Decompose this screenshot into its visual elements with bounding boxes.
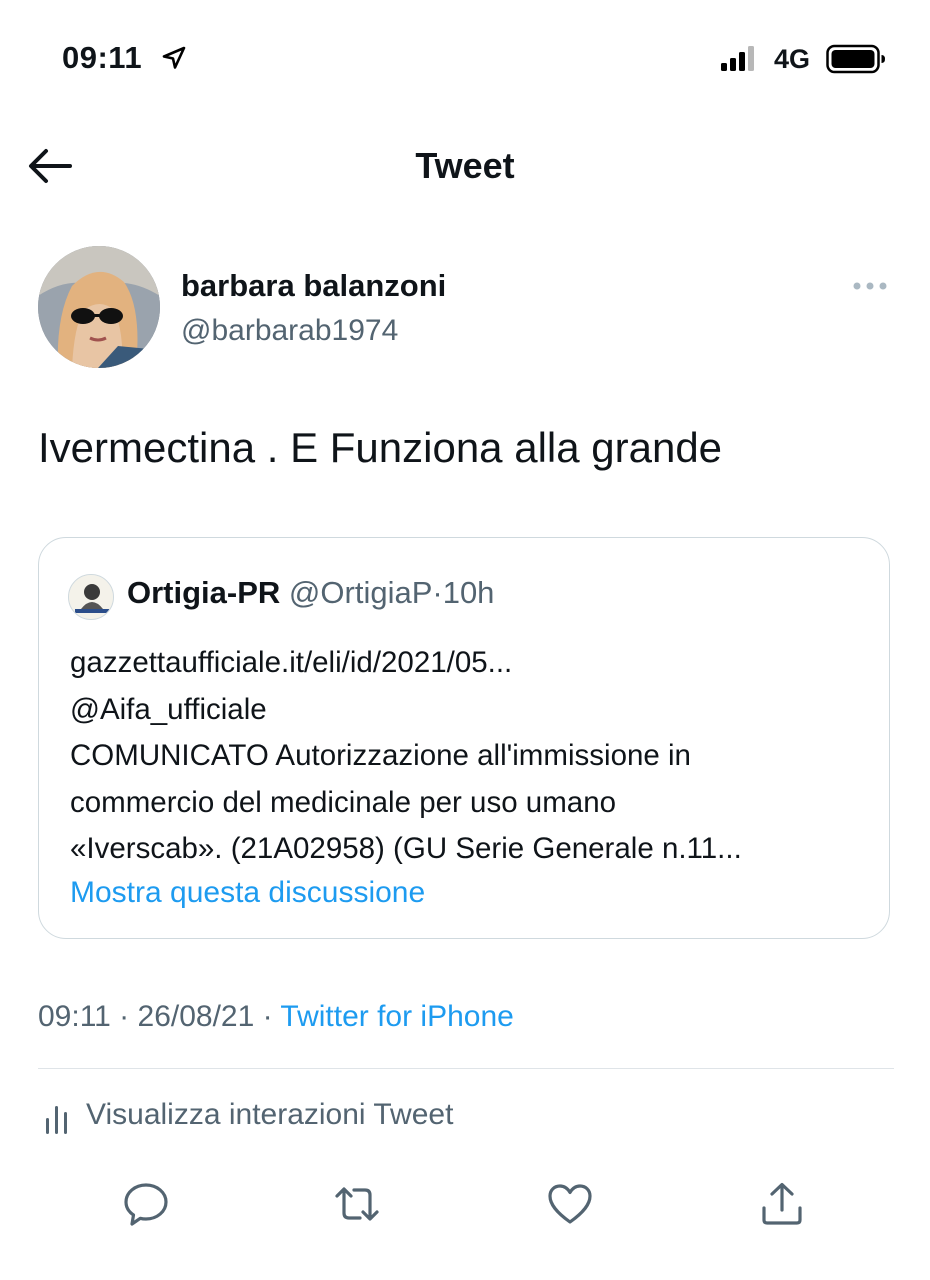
tweet-timestamp: 09:11 · 26/08/21 · — [38, 1000, 273, 1033]
quoted-time-ago: 10h — [442, 575, 495, 610]
divider — [38, 1068, 894, 1069]
tweet-meta: 09:11 · 26/08/21 · Twitter for iPhone — [38, 1000, 514, 1034]
status-time: 09:11 — [62, 40, 143, 75]
like-icon[interactable] — [546, 1180, 594, 1228]
quoted-body-line: COMUNICATO Autorizzazione all'immissione… — [70, 739, 691, 772]
location-arrow-icon — [162, 46, 186, 69]
quoted-body-line: @Aifa_ufficiale — [70, 692, 267, 726]
quoted-body-line: commercio del medicinale per uso umano — [70, 785, 617, 819]
analytics-icon — [46, 1106, 67, 1134]
quoted-author-name: Ortigia-PR — [127, 575, 281, 610]
view-tweet-analytics[interactable]: Visualizza interazioni Tweet — [86, 1098, 453, 1132]
author-display-name[interactable]: barbara balanzoni — [181, 268, 446, 304]
avatar-photo — [38, 246, 160, 368]
quoted-author-handle: @OrtigiaP — [288, 575, 433, 610]
tweet-text: Ivermectina . E Funziona alla grande — [38, 424, 723, 471]
quoted-tweet-body: gazzettaufficiale.it/eli/id/2021/05... @… — [70, 640, 870, 873]
more-dots-icon[interactable] — [852, 278, 888, 294]
share-icon[interactable] — [758, 1180, 806, 1228]
author-handle[interactable]: @barbarab1974 — [181, 314, 398, 348]
network-type: 4G — [774, 44, 811, 74]
tweet-source-link[interactable]: Twitter for iPhone — [280, 1000, 513, 1033]
battery-icon — [826, 44, 885, 74]
quoted-body-line: gazzettaufficiale.it/eli/id/2021/05... — [70, 646, 513, 679]
retweet-icon[interactable] — [333, 1180, 381, 1228]
quoted-author-avatar — [68, 574, 114, 620]
quoted-tweet-header: Ortigia-PR @OrtigiaP·10h — [127, 575, 494, 611]
avatar[interactable] — [38, 246, 160, 368]
signal-bars-icon — [721, 46, 754, 71]
page-title: Tweet — [415, 145, 515, 186]
reply-icon[interactable] — [122, 1180, 170, 1228]
quoted-body-line: «Iverscab». (21A02958) (GU Serie General… — [70, 832, 742, 865]
quoted-separator: · — [432, 575, 443, 610]
show-thread-link[interactable]: Mostra questa discussione — [70, 876, 425, 910]
quoted-avatar-image — [69, 575, 113, 619]
